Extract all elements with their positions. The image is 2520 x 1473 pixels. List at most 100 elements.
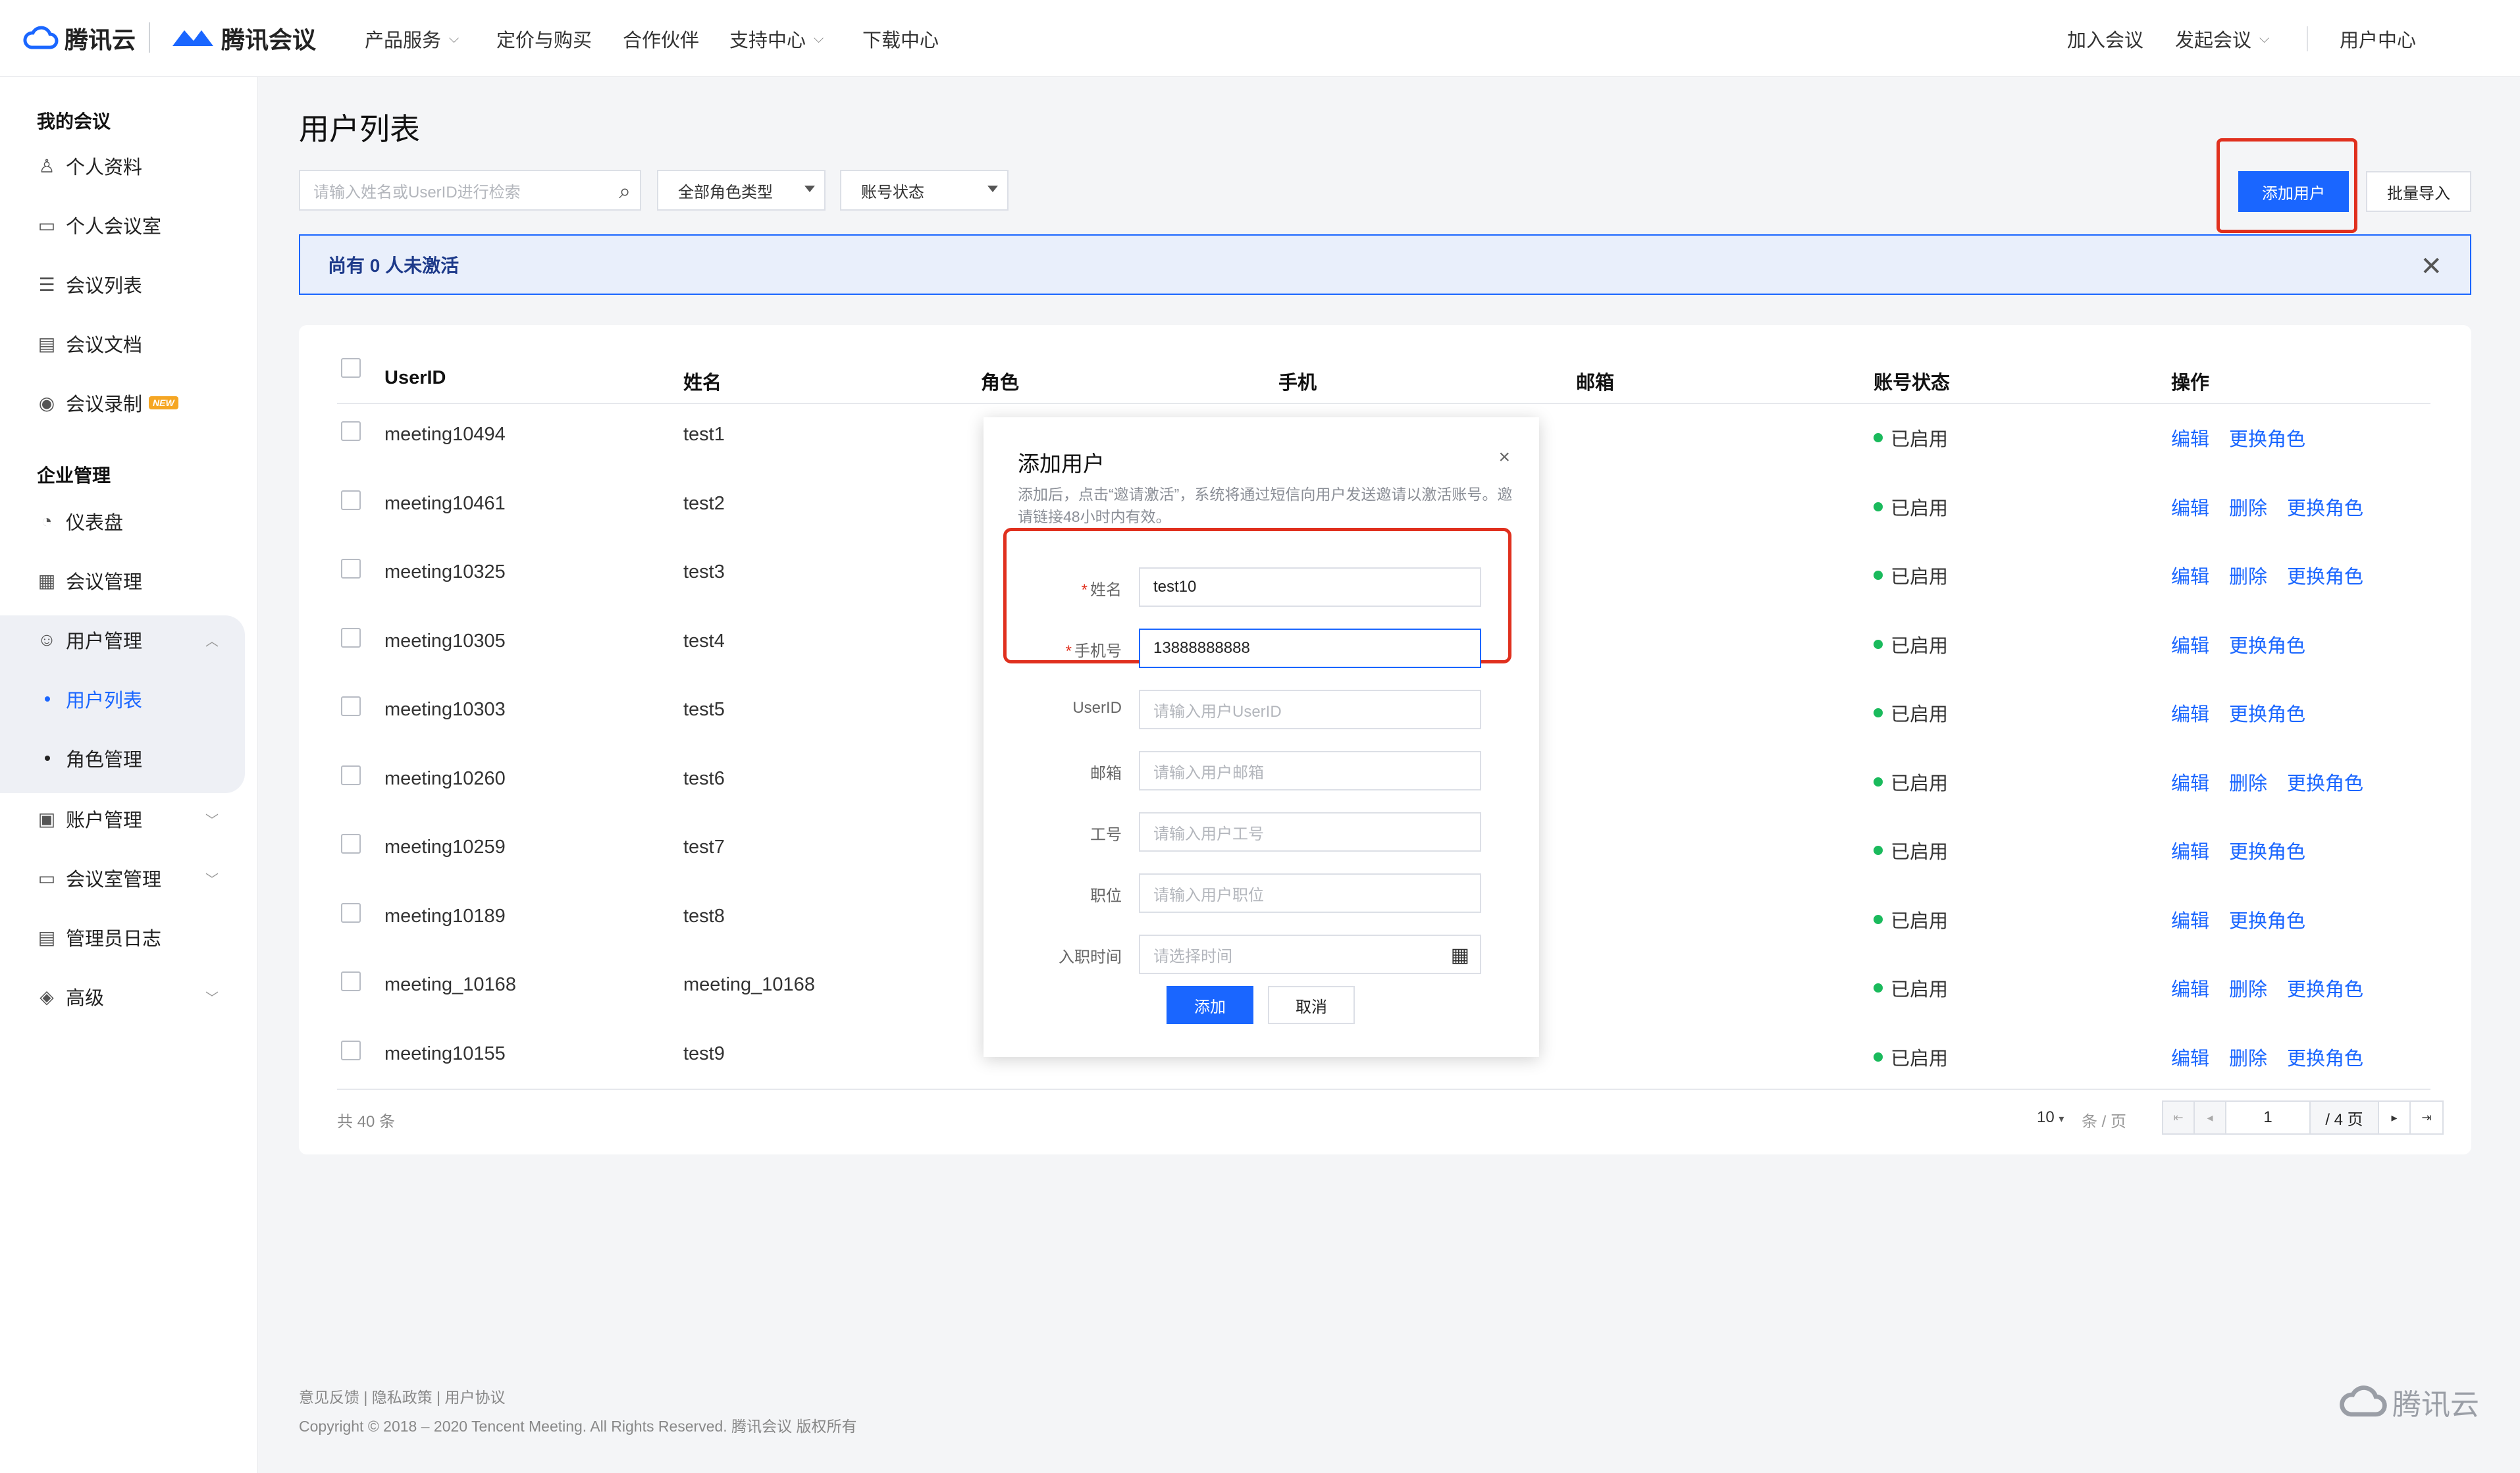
status-enabled-dot — [1874, 914, 1883, 924]
row-checkbox[interactable] — [341, 834, 361, 854]
nav-support[interactable]: 支持中心 ⌵ — [729, 25, 824, 53]
field-placeholder: 请输入用户职位 — [1153, 886, 1264, 904]
sidebar-item-dashboard[interactable]: ◔ 仪表盘 — [0, 492, 245, 551]
sidebar-item-recordings[interactable]: ◉ 会议录制 NEW — [0, 373, 245, 432]
row-checkbox[interactable] — [341, 490, 361, 510]
row-checkbox[interactable] — [341, 1040, 361, 1060]
batch-import-button[interactable]: 批量导入 — [2366, 171, 2471, 212]
edit-link[interactable]: 编辑 — [2171, 906, 2209, 933]
edit-link[interactable]: 编辑 — [2171, 493, 2209, 521]
change-role-link[interactable]: 更换角色 — [2287, 974, 2363, 1002]
delete-link[interactable]: 删除 — [2229, 974, 2267, 1002]
search-input[interactable]: 请输入姓名或UserID进行检索 ⌕ — [299, 170, 641, 211]
start-meeting-menu[interactable]: 发起会议 ⌵ — [2175, 25, 2269, 53]
sidebar-item-user-manage[interactable]: ☺ 用户管理 ︿ — [0, 610, 245, 669]
sidebar-item-personal-room[interactable]: ▭ 个人会议室 — [0, 195, 245, 255]
sidebar-item-admin-log[interactable]: ▤ 管理员日志 — [0, 908, 245, 967]
cell-name: test4 — [683, 630, 725, 652]
sidebar-item-profile[interactable]: ♙ 个人资料 — [0, 136, 245, 195]
user-center-link[interactable]: 用户中心 — [2340, 25, 2416, 53]
row-checkbox[interactable] — [341, 902, 361, 923]
delete-link[interactable]: 删除 — [2229, 493, 2267, 521]
email-field[interactable]: 请输入用户邮箱 — [1139, 751, 1481, 790]
delete-link[interactable]: 删除 — [2229, 1043, 2267, 1071]
next-page-icon[interactable]: ▸ — [2379, 1102, 2411, 1133]
role-type-select[interactable]: 全部角色类型 — [657, 170, 826, 211]
delete-link[interactable]: 删除 — [2229, 768, 2267, 796]
sidebar-item-role-manage[interactable]: 角色管理 — [0, 729, 245, 788]
name-field[interactable]: test10 — [1139, 567, 1481, 607]
sidebar-item-advanced[interactable]: ◈ 高级 ﹀ — [0, 967, 245, 1026]
edit-link[interactable]: 编辑 — [2171, 837, 2209, 864]
nav-download[interactable]: 下载中心 — [862, 25, 939, 53]
cloud-logo-icon — [23, 26, 59, 49]
change-role-link[interactable]: 更换角色 — [2287, 493, 2363, 521]
sidebar-item-label: 个人会议室 — [66, 217, 162, 238]
edit-link[interactable]: 编辑 — [2171, 1043, 2209, 1071]
change-role-link[interactable]: 更换角色 — [2287, 561, 2363, 589]
cell-status: 已启用 — [1874, 561, 1948, 589]
sidebar-item-label: 管理员日志 — [66, 929, 162, 950]
edit-link[interactable]: 编辑 — [2171, 561, 2209, 589]
edit-link[interactable]: 编辑 — [2171, 699, 2209, 727]
position-field[interactable]: 请输入用户职位 — [1139, 873, 1481, 913]
col-header-role: 角色 — [981, 373, 1020, 394]
sidebar-item-meeting-manage[interactable]: ▦ 会议管理 — [0, 551, 245, 610]
page-size-select[interactable]: 10 ▾ — [2037, 1108, 2064, 1127]
join-meeting-link[interactable]: 加入会议 — [2067, 25, 2143, 53]
edit-link[interactable]: 编辑 — [2171, 974, 2209, 1002]
nav-partners[interactable]: 合作伙伴 — [623, 25, 699, 53]
sidebar-item-user-list[interactable]: 用户列表 — [0, 669, 245, 729]
change-role-link[interactable]: 更换角色 — [2229, 837, 2305, 864]
employee-id-field[interactable]: 请输入用户工号 — [1139, 812, 1481, 852]
nav-pricing[interactable]: 定价与购买 — [496, 25, 592, 53]
chevron-down-icon: ⌵ — [2259, 31, 2270, 46]
cell-status: 已启用 — [1874, 906, 1948, 933]
row-checkbox[interactable] — [341, 559, 361, 579]
sidebar-item-room-manage[interactable]: ▭ 会议室管理 ﹀ — [0, 848, 245, 908]
userid-field[interactable]: 请输入用户UserID — [1139, 690, 1481, 729]
nav-products[interactable]: 产品服务 ⌵ — [365, 25, 459, 53]
cell-status: 已启用 — [1874, 631, 1948, 658]
edit-link[interactable]: 编辑 — [2171, 424, 2209, 452]
close-icon[interactable]: ✕ — [2420, 251, 2442, 282]
row-checkbox[interactable] — [341, 696, 361, 716]
phone-field[interactable]: 13888888888 — [1139, 629, 1481, 668]
cell-userid: meeting10461 — [384, 492, 506, 514]
status-enabled-dot — [1874, 433, 1883, 442]
row-checkbox[interactable] — [341, 627, 361, 648]
sidebar-item-meeting-list[interactable]: ☰ 会议列表 — [0, 255, 245, 314]
edit-link[interactable]: 编辑 — [2171, 768, 2209, 796]
first-page-icon[interactable]: ⇤ — [2163, 1102, 2195, 1133]
select-all-checkbox[interactable] — [341, 358, 361, 378]
change-role-link[interactable]: 更换角色 — [2229, 424, 2305, 452]
prev-page-icon[interactable]: ◂ — [2195, 1102, 2226, 1133]
tencent-cloud-logo[interactable]: 腾讯云 — [22, 18, 136, 58]
close-icon[interactable]: × — [1498, 446, 1510, 469]
change-role-link[interactable]: 更换角色 — [2229, 699, 2305, 727]
sidebar-item-meeting-docs[interactable]: ▤ 会议文档 — [0, 314, 245, 373]
hire-date-field[interactable]: 请选择时间 ▦ — [1139, 935, 1481, 974]
row-checkbox[interactable] — [341, 765, 361, 785]
sidebar-item-account-manage[interactable]: ▣ 账户管理 ﹀ — [0, 789, 245, 848]
change-role-link[interactable]: 更换角色 — [2287, 1043, 2363, 1071]
account-status-select[interactable]: 账号状态 — [840, 170, 1009, 211]
cancel-button[interactable]: 取消 — [1268, 986, 1355, 1024]
modal-title: 添加用户 — [1018, 452, 1105, 476]
change-role-link[interactable]: 更换角色 — [2229, 906, 2305, 933]
footer-links[interactable]: 意见反馈 | 隐私政策 | 用户协议 — [299, 1385, 506, 1407]
account-icon: ▣ — [38, 808, 56, 829]
add-button[interactable]: 添加 — [1167, 986, 1253, 1024]
calendar-icon[interactable]: ▦ — [1451, 944, 1469, 967]
edit-link[interactable]: 编辑 — [2171, 631, 2209, 658]
row-checkbox[interactable] — [341, 971, 361, 991]
delete-link[interactable]: 删除 — [2229, 561, 2267, 589]
last-page-icon[interactable]: ⇥ — [2411, 1102, 2442, 1133]
page-number-input[interactable]: 1 — [2226, 1102, 2311, 1133]
tencent-meeting-logo[interactable]: 腾讯会议 — [170, 18, 316, 58]
search-icon[interactable]: ⌕ — [619, 179, 631, 204]
change-role-link[interactable]: 更换角色 — [2287, 768, 2363, 796]
sidebar-item-label: 会议文档 — [66, 335, 143, 356]
row-checkbox[interactable] — [341, 421, 361, 441]
change-role-link[interactable]: 更换角色 — [2229, 631, 2305, 658]
